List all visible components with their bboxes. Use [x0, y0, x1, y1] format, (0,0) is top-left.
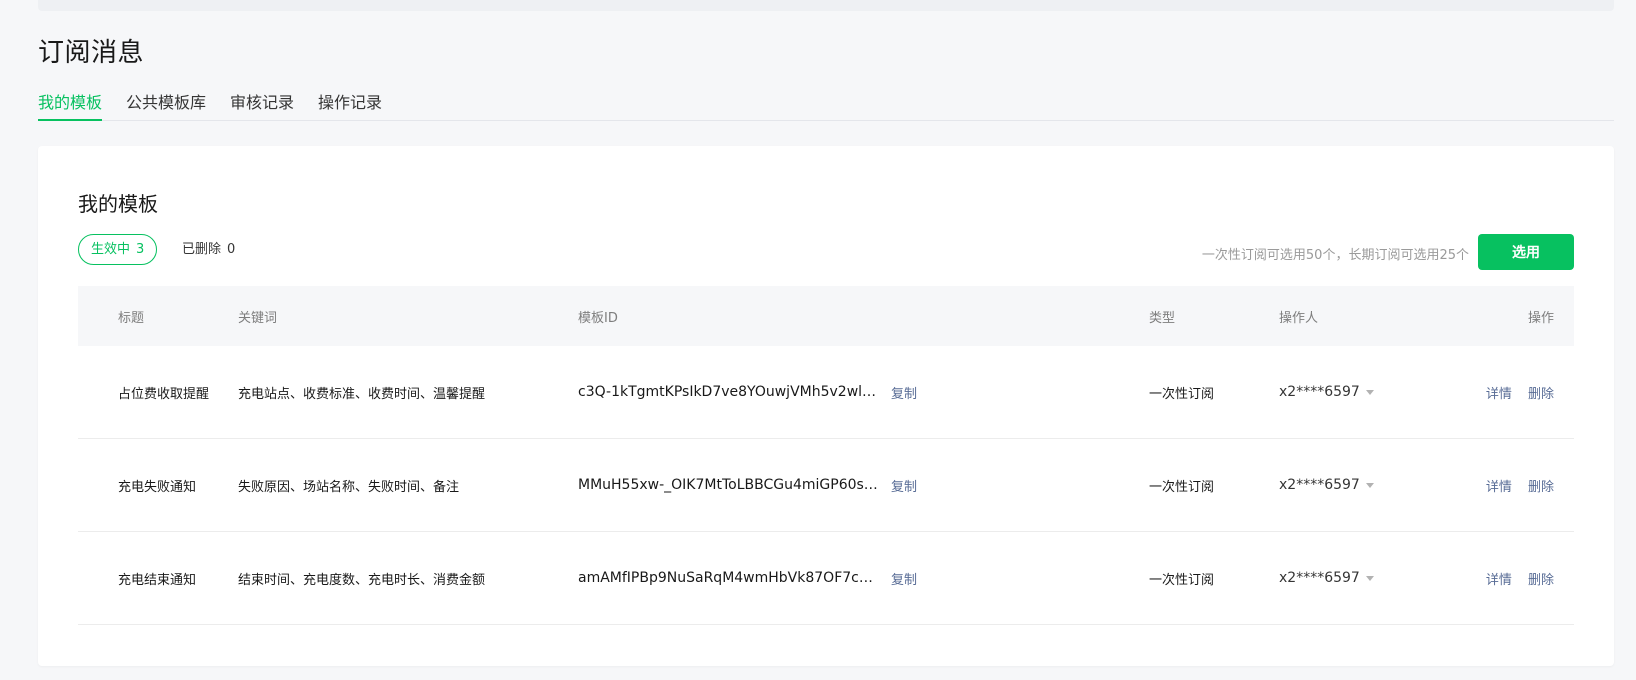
table-row: 占位费收取提醒 充电站点、收费标准、收费时间、温馨提醒 c3Q-1kTgmtKP…	[78, 346, 1574, 439]
filter-active-label: 生效中	[91, 242, 131, 257]
delete-link[interactable]: 删除	[1528, 480, 1554, 495]
row-actions: 详情 删除	[1419, 476, 1574, 495]
row-template-id-cell: MMuH55xw-_OIK7MtToLBBCGu4miGP60s… 复制	[578, 476, 1149, 495]
filter-deleted[interactable]: 已删除 0	[182, 234, 235, 265]
row-keywords: 充电站点、收费标准、收费时间、温馨提醒	[238, 386, 486, 402]
row-type: 一次性订阅	[1149, 386, 1215, 402]
tab-review-records[interactable]: 审核记录	[230, 90, 294, 121]
row-title: 充电结束通知	[118, 572, 197, 588]
tab-bar: 我的模板 公共模板库 审核记录 操作记录	[38, 90, 1614, 121]
tab-public-template-library[interactable]: 公共模板库	[126, 90, 206, 121]
delete-link[interactable]: 删除	[1528, 387, 1554, 402]
filter-deleted-label: 已删除	[182, 242, 222, 257]
row-operator: x2****6597	[1279, 384, 1360, 400]
filter-active-count: 3	[136, 242, 145, 257]
table-row: 充电结束通知 结束时间、充电度数、充电时长、消费金额 amAMfIPBp9NuS…	[78, 532, 1574, 625]
detail-link[interactable]: 详情	[1486, 387, 1512, 402]
row-template-id: amAMfIPBp9NuSaRqM4wmHbVk87OF7cM…	[578, 570, 879, 586]
my-templates-card: 我的模板 生效中 3 已删除 0 一次性订阅可选用50个，长期订阅可选用25个 选用…	[38, 146, 1614, 666]
table-header: 标题 关键词 模板ID 类型 操作人 操作	[78, 286, 1574, 346]
header-keywords: 关键词	[238, 310, 278, 326]
top-bar-strip	[38, 0, 1614, 11]
page-title: 订阅消息	[38, 38, 145, 68]
row-template-id: MMuH55xw-_OIK7MtToLBBCGu4miGP60s…	[578, 477, 878, 493]
row-operator: x2****6597	[1279, 570, 1360, 586]
copy-link[interactable]: 复制	[891, 383, 917, 402]
row-template-id-cell: c3Q-1kTgmtKPsIkD7ve8YOuwjVMh5v2wlk… 复制	[578, 383, 1149, 402]
header-title: 标题	[118, 310, 145, 326]
detail-link[interactable]: 详情	[1486, 480, 1512, 495]
detail-link[interactable]: 详情	[1486, 573, 1512, 588]
tab-my-templates[interactable]: 我的模板	[38, 90, 103, 121]
header-type: 类型	[1149, 310, 1176, 326]
section-title: 我的模板	[78, 192, 158, 216]
row-keywords: 结束时间、充电度数、充电时长、消费金额	[238, 572, 486, 588]
table-row: 充电失败通知 失败原因、场站名称、失败时间、备注 MMuH55xw-_OIK7M…	[78, 439, 1574, 532]
row-operator-cell[interactable]: x2****6597	[1279, 477, 1419, 493]
row-template-id: c3Q-1kTgmtKPsIkD7ve8YOuwjVMh5v2wlk…	[578, 384, 879, 400]
quota-note: 一次性订阅可选用50个，长期订阅可选用25个	[1201, 248, 1469, 263]
header-actions: 操作	[1527, 310, 1554, 326]
filter-active-pill[interactable]: 生效中 3	[78, 234, 158, 265]
header-template-id: 模板ID	[578, 310, 618, 326]
copy-link[interactable]: 复制	[891, 569, 917, 588]
templates-table: 标题 关键词 模板ID 类型 操作人 操作 占位费收取提醒 充电站点、收费标准、…	[78, 286, 1574, 625]
select-template-button[interactable]: 选用	[1478, 234, 1574, 270]
delete-link[interactable]: 删除	[1528, 573, 1554, 588]
row-title: 占位费收取提醒	[118, 386, 210, 402]
row-operator: x2****6597	[1279, 477, 1360, 493]
caret-down-icon[interactable]	[1365, 575, 1374, 581]
row-keywords: 失败原因、场站名称、失败时间、备注	[238, 479, 460, 495]
row-type: 一次性订阅	[1149, 572, 1215, 588]
header-operator: 操作人	[1279, 310, 1319, 326]
tab-operation-records[interactable]: 操作记录	[318, 90, 382, 121]
copy-link[interactable]: 复制	[891, 476, 917, 495]
row-template-id-cell: amAMfIPBp9NuSaRqM4wmHbVk87OF7cM… 复制	[578, 569, 1149, 588]
filter-deleted-count: 0	[227, 242, 236, 257]
row-title: 充电失败通知	[118, 479, 197, 495]
row-type: 一次性订阅	[1149, 479, 1215, 495]
caret-down-icon[interactable]	[1365, 389, 1374, 395]
row-operator-cell[interactable]: x2****6597	[1279, 384, 1419, 400]
row-actions: 详情 删除	[1419, 383, 1574, 402]
caret-down-icon[interactable]	[1365, 482, 1374, 488]
row-operator-cell[interactable]: x2****6597	[1279, 570, 1419, 586]
row-actions: 详情 删除	[1419, 569, 1574, 588]
